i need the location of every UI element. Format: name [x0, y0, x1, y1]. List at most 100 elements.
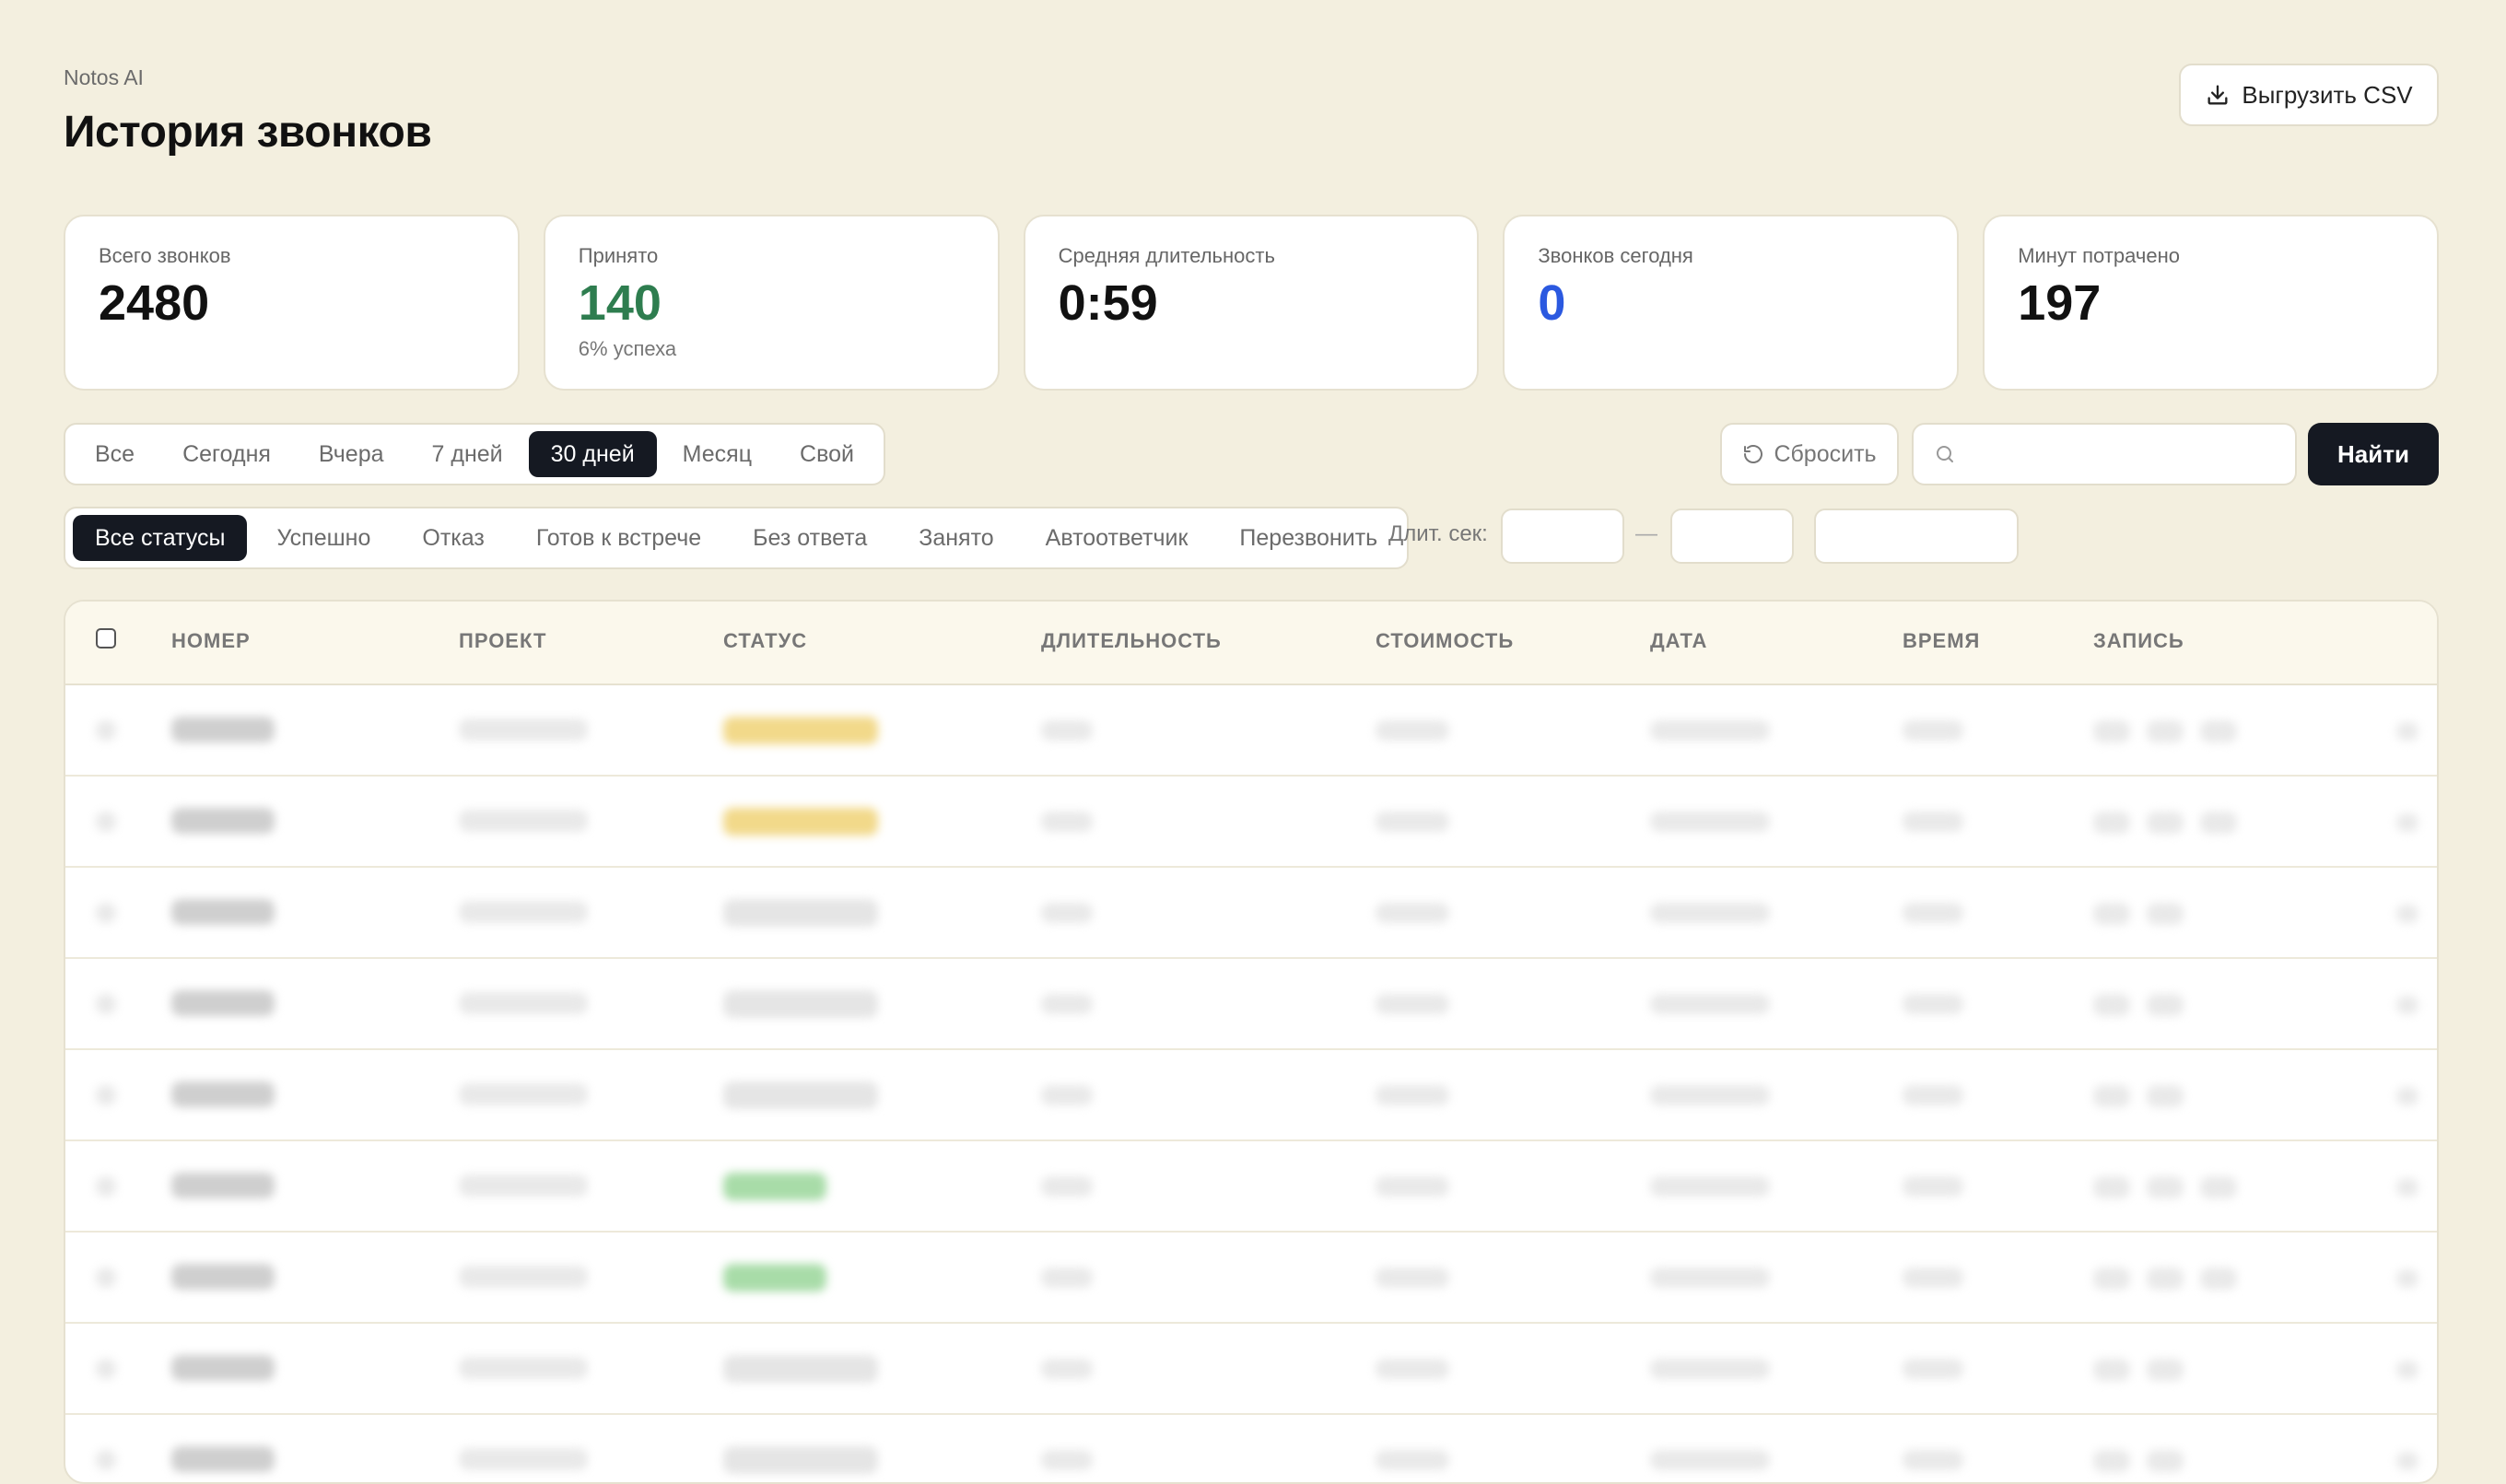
- record-control-redacted: [2093, 1268, 2130, 1290]
- status-tab-all[interactable]: Все статусы: [73, 515, 248, 561]
- table-body: [65, 685, 2437, 1482]
- record-control-redacted: [2147, 1359, 2184, 1381]
- record-control-redacted: [2147, 1085, 2184, 1107]
- duration-extra-input[interactable]: [1814, 508, 2019, 564]
- status-tab-voicemail[interactable]: Автоответчик: [1024, 515, 1211, 561]
- table-row[interactable]: [65, 685, 2437, 777]
- row-action-redacted: [2396, 1269, 2418, 1288]
- record-control-redacted: [2147, 1450, 2184, 1472]
- record-control-redacted: [2093, 812, 2130, 834]
- status-tab-success[interactable]: Успешно: [254, 515, 392, 561]
- column-header-date[interactable]: ДАТА: [1650, 629, 1707, 653]
- column-header-number[interactable]: НОМЕР: [171, 629, 251, 653]
- table-row[interactable]: [65, 1233, 2437, 1324]
- column-header-duration[interactable]: ДЛИТЕЛЬНОСТЬ: [1041, 629, 1222, 653]
- project-redacted: [459, 992, 588, 1014]
- table-row[interactable]: [65, 777, 2437, 868]
- status-badge-redacted: [723, 1355, 878, 1383]
- cost-redacted: [1376, 812, 1449, 832]
- column-header-time[interactable]: ВРЕМЯ: [1903, 629, 1980, 653]
- status-tab-callback[interactable]: Перезвонить: [1217, 515, 1399, 561]
- row-checkbox-redacted: [96, 994, 116, 1014]
- phone-number-redacted: [171, 808, 275, 834]
- date-redacted: [1650, 1450, 1770, 1470]
- stats-row: Всего звонков 2480 Принято 140 6% успеха…: [64, 215, 2439, 391]
- time-redacted: [1903, 812, 1963, 832]
- project-redacted: [459, 1448, 588, 1470]
- row-checkbox-redacted: [96, 1359, 116, 1379]
- duration-redacted: [1041, 812, 1093, 832]
- table-row[interactable]: [65, 1050, 2437, 1141]
- period-tab-7-days[interactable]: 7 дней: [410, 431, 525, 477]
- project-redacted: [459, 1083, 588, 1105]
- status-badge-redacted: [723, 899, 878, 927]
- stat-value: 0:59: [1058, 275, 1158, 331]
- cost-redacted: [1376, 1268, 1449, 1288]
- cost-redacted: [1376, 1176, 1449, 1197]
- stat-card-today: Звонков сегодня 0: [1503, 215, 1960, 391]
- search-icon: [1937, 446, 1953, 462]
- record-control-redacted: [2093, 1085, 2130, 1107]
- duration-filter-label: Длит. сек:: [1388, 521, 1488, 546]
- search-input[interactable]: [1967, 440, 2284, 468]
- table-row[interactable]: [65, 1415, 2437, 1482]
- stat-label: Средняя длительность: [1058, 244, 1275, 267]
- table-row[interactable]: [65, 1141, 2437, 1233]
- status-tab-busy[interactable]: Занято: [896, 515, 1015, 561]
- stat-card-total: Всего звонков 2480: [64, 215, 520, 391]
- date-redacted: [1650, 812, 1770, 832]
- time-redacted: [1903, 1085, 1963, 1105]
- time-redacted: [1903, 1450, 1963, 1470]
- column-header-project[interactable]: ПРОЕКТ: [459, 629, 546, 653]
- record-control-redacted: [2147, 994, 2184, 1016]
- time-redacted: [1903, 903, 1963, 923]
- stat-subtext: 6% успеха: [578, 336, 677, 360]
- row-action-redacted: [2396, 813, 2418, 832]
- stat-value: 2480: [99, 275, 210, 331]
- duration-redacted: [1041, 1085, 1093, 1105]
- period-tab-30-days[interactable]: 30 дней: [528, 431, 657, 477]
- project-redacted: [459, 1357, 588, 1379]
- period-tab-today[interactable]: Сегодня: [160, 431, 293, 477]
- period-tabs: Все Сегодня Вчера 7 дней 30 дней Месяц С…: [64, 423, 885, 485]
- period-tab-yesterday[interactable]: Вчера: [297, 431, 406, 477]
- table-row[interactable]: [65, 959, 2437, 1050]
- calls-table: НОМЕР ПРОЕКТ СТАТУС ДЛИТЕЛЬНОСТЬ СТОИМОС…: [64, 600, 2439, 1484]
- duration-min-input[interactable]: [1501, 508, 1624, 564]
- period-tab-month[interactable]: Месяц: [661, 431, 774, 477]
- table-row[interactable]: [65, 868, 2437, 959]
- duration-max-input[interactable]: [1670, 508, 1794, 564]
- time-redacted: [1903, 1359, 1963, 1379]
- time-redacted: [1903, 994, 1963, 1014]
- status-badge-redacted: [723, 1081, 878, 1109]
- period-tab-all[interactable]: Все: [73, 431, 157, 477]
- period-tab-custom[interactable]: Свой: [778, 431, 876, 477]
- record-control-redacted: [2147, 1176, 2184, 1198]
- status-tab-refused[interactable]: Отказ: [400, 515, 506, 561]
- reset-label: Сбросить: [1774, 440, 1877, 467]
- duration-redacted: [1041, 720, 1093, 741]
- cost-redacted: [1376, 903, 1449, 923]
- cost-redacted: [1376, 1359, 1449, 1379]
- project-redacted: [459, 901, 588, 923]
- row-action-redacted: [2396, 996, 2418, 1014]
- reset-button[interactable]: Сбросить: [1720, 423, 1899, 485]
- column-header-record[interactable]: ЗАПИСЬ: [2093, 629, 2184, 653]
- status-tab-ready-to-meet[interactable]: Готов к встрече: [514, 515, 723, 561]
- find-button[interactable]: Найти: [2308, 423, 2439, 485]
- select-all-checkbox[interactable]: [96, 628, 116, 649]
- stat-value: 0: [1538, 275, 1566, 331]
- record-control-redacted: [2093, 720, 2130, 742]
- duration-redacted: [1041, 1268, 1093, 1288]
- column-header-cost[interactable]: СТОИМОСТЬ: [1376, 629, 1514, 653]
- table-row[interactable]: [65, 1324, 2437, 1415]
- record-control-redacted: [2200, 1176, 2237, 1198]
- status-tab-no-answer[interactable]: Без ответа: [731, 515, 889, 561]
- date-redacted: [1650, 994, 1770, 1014]
- column-header-status[interactable]: СТАТУС: [723, 629, 807, 653]
- export-csv-button[interactable]: Выгрузить CSV: [2179, 64, 2439, 126]
- row-checkbox-redacted: [96, 903, 116, 923]
- search-box[interactable]: [1912, 423, 2297, 485]
- row-action-redacted: [2396, 1178, 2418, 1197]
- row-action-redacted: [2396, 722, 2418, 741]
